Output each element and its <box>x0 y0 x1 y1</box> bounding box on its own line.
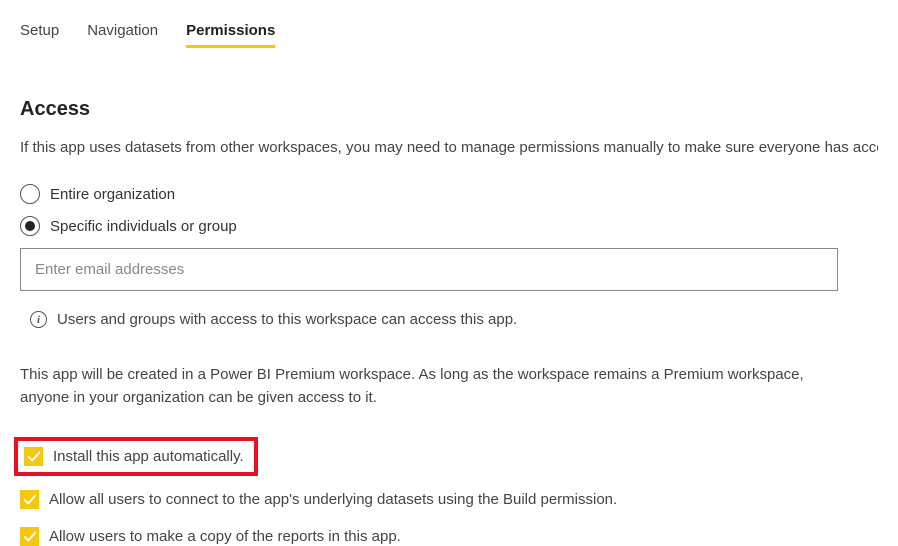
email-addresses-input[interactable] <box>20 248 838 291</box>
section-title-access: Access <box>20 98 878 121</box>
tabs-bar: Setup Navigation Permissions <box>20 18 878 48</box>
checkbox-label: Allow all users to connect to the app's … <box>49 491 617 508</box>
checkbox-label: Install this app automatically. <box>53 448 244 465</box>
radio-label: Entire organization <box>50 186 175 203</box>
checkbox-label: Allow users to make a copy of the report… <box>49 528 401 545</box>
tab-navigation[interactable]: Navigation <box>87 22 158 48</box>
info-row: i Users and groups with access to this w… <box>20 311 878 328</box>
tab-permissions[interactable]: Permissions <box>186 22 275 48</box>
checkbox-allow-copy-reports[interactable]: Allow users to make a copy of the report… <box>20 527 878 546</box>
radio-circle-icon <box>20 216 40 236</box>
access-radio-group: Entire organization Specific individuals… <box>20 184 878 236</box>
info-icon: i <box>30 311 47 328</box>
checkbox-checked-icon <box>20 490 39 509</box>
tab-setup[interactable]: Setup <box>20 22 59 48</box>
radio-circle-icon <box>20 184 40 204</box>
access-description: If this app uses datasets from other wor… <box>20 139 878 156</box>
radio-label: Specific individuals or group <box>50 218 237 235</box>
radio-dot-icon <box>25 221 35 231</box>
highlight-annotation: Install this app automatically. <box>14 437 258 476</box>
checkbox-checked-icon <box>20 527 39 546</box>
radio-specific-individuals[interactable]: Specific individuals or group <box>20 216 878 236</box>
premium-workspace-note: This app will be created in a Power BI P… <box>20 364 840 409</box>
checkbox-checked-icon <box>24 447 43 466</box>
radio-entire-organization[interactable]: Entire organization <box>20 184 878 204</box>
info-text: Users and groups with access to this wor… <box>57 311 517 328</box>
checkbox-install-automatically[interactable]: Install this app automatically. <box>24 447 244 466</box>
checkbox-allow-connect-datasets[interactable]: Allow all users to connect to the app's … <box>20 490 878 509</box>
